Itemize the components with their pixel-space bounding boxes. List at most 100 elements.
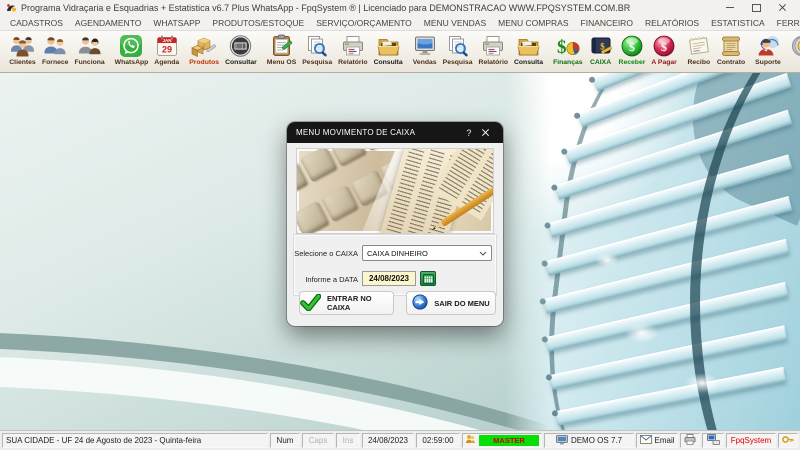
- application-window: { "window": { "title": "Programa Vidraça…: [0, 0, 800, 450]
- toolbar-button-funcionarios[interactable]: Funciona: [71, 31, 107, 72]
- toolbar-button-contrato[interactable]: Contrato: [714, 31, 748, 72]
- toolbar-label: Vendas: [412, 59, 437, 66]
- toolbar-button-whatsapp[interactable]: WhatsApp: [112, 31, 152, 72]
- toolbar-button-receber[interactable]: $ Receber: [616, 31, 649, 72]
- toolbar-label: Contrato: [716, 59, 746, 66]
- close-button[interactable]: [769, 1, 795, 15]
- exit-menu-button[interactable]: SAIR DO MENU: [406, 291, 496, 315]
- status-user-name: MASTER: [479, 435, 539, 446]
- window-title: Programa Vidraçaria e Esquadrias + Estat…: [21, 2, 631, 13]
- toolbar-button-agenda[interactable]: JAN 29 Agenda: [151, 31, 182, 72]
- toolbar-label: Relatório: [338, 59, 368, 66]
- toolbar-button-relatorio-vendas[interactable]: Relatório: [476, 31, 511, 72]
- dialog-close-button[interactable]: [478, 127, 494, 139]
- enter-caixa-label: ENTRAR NO CAIXA: [327, 294, 372, 312]
- menu-agendamento[interactable]: AGENDAMENTO: [69, 18, 147, 28]
- pay-dollar-icon: $: [652, 33, 676, 59]
- search-documents-icon: [305, 33, 329, 59]
- printer-report-icon: [341, 33, 365, 59]
- status-bar: SUA CIDADE - UF 24 de Agosto de 2023 - Q…: [0, 430, 800, 450]
- staircase-wallpaper: [505, 73, 800, 430]
- toolbar-button-caixa[interactable]: $ CAIXA: [586, 31, 616, 72]
- toolbar-button-moeda[interactable]: $: [788, 31, 800, 72]
- calendar-picker-button[interactable]: [420, 271, 436, 286]
- svg-text:$: $: [557, 37, 567, 58]
- clients-icon: [9, 33, 36, 59]
- toolbar-button-pesquisa-vendas[interactable]: Pesquisa: [440, 31, 476, 72]
- toolbar-button-vendas[interactable]: Vendas: [410, 31, 440, 72]
- status-num-lock: Num: [270, 433, 300, 448]
- chevron-down-icon: [479, 249, 487, 258]
- caixa-select-label: Selecione o CAIXA: [294, 249, 358, 258]
- status-brand: FpqSystem: [726, 433, 776, 448]
- toolbar-button-fornecedores[interactable]: Fornece: [39, 31, 71, 72]
- toolbar-label: Suporte: [755, 59, 781, 66]
- menu-financeiro[interactable]: FINANCEIRO: [575, 18, 639, 28]
- employees-icon: [77, 33, 103, 59]
- menu-servico-orcamento[interactable]: SERVIÇO/ORÇAMENTO: [310, 18, 418, 28]
- user-icon: [465, 434, 476, 447]
- svg-text:$: $: [629, 40, 635, 54]
- close-icon: [778, 3, 787, 12]
- email-icon: [639, 435, 652, 446]
- toolbar-button-suporte[interactable]: Suporte: [752, 31, 784, 72]
- toolbar-button-produtos[interactable]: Produtos: [186, 31, 222, 72]
- toolbar-button-menu-os[interactable]: Menu OS: [264, 31, 299, 72]
- calendar-icon: JAN 29: [155, 33, 179, 59]
- minimize-button[interactable]: [717, 1, 743, 15]
- status-security: [778, 433, 798, 448]
- menu-menu-vendas[interactable]: MENU VENDAS: [418, 18, 492, 28]
- minimize-icon: [726, 7, 734, 8]
- toolbar-label: WhatsApp: [114, 59, 149, 66]
- toolbar-button-pesquisa-os[interactable]: Pesquisa: [299, 31, 335, 72]
- toolbar-button-consultar-produtos[interactable]: Consultar: [222, 31, 260, 72]
- toolbar-button-relatorio-os[interactable]: Relatório: [335, 31, 370, 72]
- toolbar-label: A Pagar: [651, 59, 677, 66]
- menu-menu-compras[interactable]: MENU COMPRAS: [492, 18, 574, 28]
- menu-estatistica[interactable]: ESTATISTICA: [705, 18, 771, 28]
- svg-text:29: 29: [162, 45, 172, 55]
- menu-ferramentas[interactable]: FERRAMENTAS: [771, 18, 800, 28]
- menu-whatsapp[interactable]: WHATSAPP: [147, 18, 206, 28]
- whatsapp-icon: [119, 33, 143, 59]
- support-agent-icon: [756, 33, 780, 59]
- status-os-label: DEMO OS 7.7: [570, 436, 623, 445]
- toolbar-label: CAIXA: [589, 59, 612, 66]
- menu-bar: CADASTROS AGENDAMENTO WHATSAPP PRODUTOS/…: [0, 15, 800, 31]
- toolbar-button-financas[interactable]: $ Finanças: [550, 31, 585, 72]
- date-input[interactable]: 24/08/2023: [362, 271, 416, 286]
- dialog-help-button[interactable]: ?: [460, 128, 478, 138]
- caixa-select[interactable]: CAIXA DINHEIRO: [362, 245, 492, 261]
- coin-icon: $: [791, 33, 800, 59]
- maximize-icon: [751, 3, 761, 12]
- exit-menu-label: SAIR DO MENU: [434, 298, 490, 308]
- network-icon: [706, 434, 720, 447]
- toolbar-label: Recibo: [687, 59, 711, 66]
- menu-produtos-estoque[interactable]: PRODUTOS/ESTOQUE: [206, 18, 310, 28]
- toolbar-label: Relatório: [478, 59, 508, 66]
- toolbar-label: Menu OS: [266, 59, 297, 66]
- cash-register-photo: [296, 148, 494, 234]
- menu-relatorios[interactable]: RELATÓRIOS: [639, 18, 705, 28]
- printer-icon: [684, 434, 696, 447]
- title-bar: Programa Vidraçaria e Esquadrias + Estat…: [0, 0, 800, 15]
- search-documents-icon: [446, 33, 470, 59]
- enter-caixa-button[interactable]: ENTRAR NO CAIXA: [299, 291, 394, 315]
- status-network: [702, 433, 724, 448]
- toolbar-button-a-pagar[interactable]: $ A Pagar: [648, 31, 679, 72]
- maximize-button[interactable]: [743, 1, 769, 15]
- toolbar-button-consulta-vendas[interactable]: Consulta: [511, 31, 546, 72]
- barcode-icon: [228, 33, 253, 59]
- toolbar-label: Funciona: [74, 59, 105, 66]
- printer-report-icon: [481, 33, 505, 59]
- menu-cadastros[interactable]: CADASTROS: [4, 18, 69, 28]
- folder-icon: [376, 33, 401, 59]
- toolbar-button-clientes[interactable]: Clientes: [6, 31, 39, 72]
- toolbar-button-consulta-os[interactable]: Consulta: [371, 31, 406, 72]
- toolbar-label: Receber: [618, 59, 646, 66]
- toolbar-button-recibo[interactable]: Recibo: [684, 31, 714, 72]
- toolbar-label: Fornece: [42, 59, 69, 66]
- toolbar-label: Clientes: [9, 59, 36, 66]
- blue-arrow-icon: [412, 294, 428, 312]
- wallpaper-sparkle: [685, 373, 719, 393]
